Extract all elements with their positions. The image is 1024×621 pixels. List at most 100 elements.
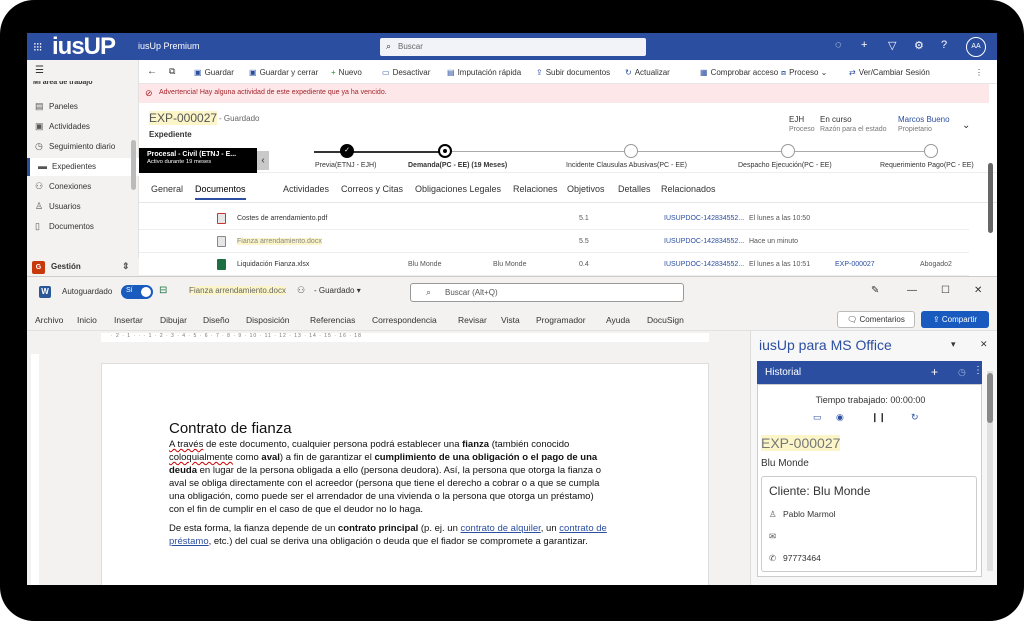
table-row[interactable]: Costes de arrendamiento.pdf 5.1 IUSUPDOC… bbox=[139, 207, 969, 230]
pane-record-id[interactable]: EXP-000027 bbox=[761, 435, 841, 451]
chevron-down-icon[interactable]: ⌄ bbox=[962, 120, 970, 131]
stage-label-previa[interactable]: Previa(ETNJ - EJH) bbox=[315, 162, 376, 169]
active-process[interactable]: Procesal - Civil (ETNJ - E... Activo dura… bbox=[139, 148, 257, 173]
eye-icon[interactable]: ◉ bbox=[836, 412, 844, 423]
stage-label-demanda[interactable]: Demanda(PC - EE) (19 Meses) bbox=[408, 162, 507, 169]
sidebar-item-paneles[interactable]: ▤ Paneles bbox=[27, 98, 139, 116]
sidebar-item-actividades[interactable]: ▣ Actividades bbox=[27, 118, 139, 136]
global-search[interactable]: ⌕ Buscar bbox=[380, 38, 646, 56]
tab-actividades[interactable]: Actividades bbox=[283, 184, 329, 194]
new-button[interactable]: + Nuevo bbox=[331, 68, 362, 77]
sidebar-item-expedientes[interactable]: ▬ Expedientes bbox=[27, 158, 139, 176]
pane-close-icon[interactable]: ✕ bbox=[980, 339, 988, 350]
quick-imputation-button[interactable]: ▤ Imputación rápida bbox=[447, 68, 521, 77]
stage-label-incidente[interactable]: Incidente Clausulas Abusivas(PC - EE) bbox=[566, 162, 687, 169]
ribbon-tab-inicio[interactable]: Inicio bbox=[77, 315, 97, 325]
ribbon-tab-archivo[interactable]: Archivo bbox=[35, 315, 63, 325]
table-row[interactable]: Fianza arrendamiento.docx 5.5 IUSUPDOC-1… bbox=[139, 230, 969, 253]
header-field-propietario[interactable]: Marcos Bueno Propietario bbox=[898, 115, 950, 133]
pane-scrollbar[interactable] bbox=[987, 371, 993, 571]
comments-button[interactable]: 🗨 Comentarios bbox=[837, 311, 915, 328]
ribbon-tab-disposicion[interactable]: Disposición bbox=[246, 315, 289, 325]
help-icon[interactable]: ? bbox=[941, 39, 947, 51]
tab-relacionados[interactable]: Relacionados bbox=[661, 184, 716, 194]
plus-icon[interactable]: + bbox=[861, 39, 867, 51]
stage-label-despacho[interactable]: Despacho Ejecución(PC - EE) bbox=[738, 162, 832, 169]
document-page[interactable]: Contrato de fianza A través de este docu… bbox=[101, 363, 709, 585]
area-switcher[interactable]: G Gestión ⇕ bbox=[27, 258, 139, 276]
sidebar-item-usuarios[interactable]: ♙ Usuarios bbox=[27, 198, 139, 216]
hamburger-icon[interactable]: ☰ bbox=[35, 65, 44, 76]
ribbon-tab-referencias[interactable]: Referencias bbox=[310, 315, 355, 325]
lightbulb-icon[interactable]: ◌ bbox=[835, 39, 842, 51]
stage-label-requerimiento[interactable]: Requerimiento Pago(PC - EE) bbox=[880, 162, 974, 169]
gear-icon[interactable]: ⚙ bbox=[914, 39, 924, 52]
stage-node-incidente[interactable] bbox=[624, 144, 638, 158]
more-icon[interactable]: ⋮ bbox=[973, 365, 983, 376]
add-icon[interactable]: + bbox=[931, 365, 938, 379]
phone-field[interactable]: ✆ 97773464 bbox=[769, 553, 821, 564]
document-paragraph-2[interactable]: De esta forma, la fianza depende de un c… bbox=[169, 522, 609, 548]
tab-documentos[interactable]: Documentos bbox=[195, 184, 246, 200]
table-row[interactable]: Liquidación Fianza.xlsx Blu Monde Blu Mo… bbox=[139, 253, 969, 276]
document-paragraph-1[interactable]: A través de este documento, cualquier pe… bbox=[169, 438, 609, 516]
bpf-prev-arrow[interactable]: ‹ bbox=[257, 151, 269, 170]
more-icon[interactable]: ⋮ bbox=[975, 68, 983, 77]
stage-node-requerimiento[interactable] bbox=[924, 144, 938, 158]
filter-icon[interactable]: ▽ bbox=[888, 39, 896, 52]
save-button[interactable]: ▣ Guardar bbox=[194, 68, 234, 77]
email-field[interactable]: ✉ bbox=[769, 531, 783, 542]
pen-icon[interactable]: ✎ bbox=[871, 285, 879, 296]
stage-node-previa[interactable]: ✓ bbox=[340, 144, 354, 158]
ribbon-tab-vista[interactable]: Vista bbox=[501, 315, 520, 325]
timesheet-icon[interactable]: ▭ bbox=[813, 412, 822, 423]
document-status[interactable]: - Guardado ▾ bbox=[314, 286, 361, 295]
share-people-icon[interactable]: ⚇ bbox=[297, 285, 305, 296]
check-access-button[interactable]: ▦ Comprobar acceso bbox=[700, 68, 778, 77]
ribbon-tab-programador[interactable]: Programador bbox=[536, 315, 586, 325]
word-search-input[interactable]: ⌕ Buscar (Alt+Q) bbox=[410, 283, 684, 302]
tab-correos[interactable]: Correos y Citas bbox=[341, 184, 403, 194]
maximize-icon[interactable]: ☐ bbox=[941, 285, 950, 296]
ribbon-tab-diseno[interactable]: Diseño bbox=[203, 315, 229, 325]
sidebar-item-conexiones[interactable]: ⚇ Conexiones bbox=[27, 178, 139, 196]
tab-objetivos[interactable]: Objetivos bbox=[567, 184, 605, 194]
sidebar-item-documentos[interactable]: ▯ Documentos bbox=[27, 218, 139, 236]
avatar[interactable]: AA bbox=[966, 37, 986, 57]
refresh-icon[interactable]: ↻ bbox=[911, 412, 919, 423]
close-icon[interactable]: ✕ bbox=[974, 285, 982, 296]
back-icon[interactable]: ← bbox=[147, 66, 157, 77]
save-icon[interactable]: ⊟ bbox=[159, 285, 167, 296]
pane-options-icon[interactable]: ▾ bbox=[951, 339, 956, 350]
ribbon-tab-revisar[interactable]: Revisar bbox=[458, 315, 487, 325]
stage-node-demanda[interactable] bbox=[438, 144, 452, 158]
tab-relaciones[interactable]: Relaciones bbox=[513, 184, 558, 194]
save-close-button[interactable]: ▣ Guardar y cerrar bbox=[249, 68, 318, 77]
popout-icon[interactable]: ⧉ bbox=[169, 66, 175, 77]
sidebar-item-seguimiento[interactable]: ◷ Seguimiento diario bbox=[27, 138, 139, 156]
ribbon-tab-correspondencia[interactable]: Correspondencia bbox=[372, 315, 437, 325]
upload-documents-button[interactable]: ⇪ Subir documentos bbox=[536, 68, 610, 77]
tab-obligaciones[interactable]: Obligaciones Legales bbox=[415, 184, 501, 194]
session-button[interactable]: ⇄ Ver/Cambiar Sesión bbox=[849, 68, 930, 77]
stage-node-despacho[interactable] bbox=[781, 144, 795, 158]
minimize-icon[interactable]: — bbox=[907, 285, 917, 296]
tab-detalles[interactable]: Detalles bbox=[618, 184, 651, 194]
vertical-ruler[interactable] bbox=[31, 354, 39, 585]
share-button[interactable]: ⇪ Compartir bbox=[921, 311, 989, 328]
timer-icon[interactable]: ◷ bbox=[958, 367, 966, 378]
ribbon-tab-dibujar[interactable]: Dibujar bbox=[160, 315, 187, 325]
sidebar-scrollbar[interactable] bbox=[131, 140, 136, 190]
ribbon-tab-docusign[interactable]: DocuSign bbox=[647, 315, 684, 325]
pause-icon[interactable]: ❙❙ bbox=[871, 412, 886, 423]
ribbon-tab-ayuda[interactable]: Ayuda bbox=[606, 315, 630, 325]
document-name[interactable]: Fianza arrendamiento.docx bbox=[189, 286, 286, 295]
refresh-button[interactable]: ↻ Actualizar bbox=[625, 68, 670, 77]
crm-scrollbar[interactable] bbox=[988, 163, 993, 233]
app-launcher-icon[interactable]: ⁝⁝⁝ bbox=[33, 40, 43, 54]
deactivate-button[interactable]: ▭ Desactivar bbox=[382, 68, 430, 77]
document-title[interactable]: Contrato de fianza bbox=[169, 420, 292, 437]
tab-general[interactable]: General bbox=[151, 184, 183, 194]
process-button[interactable]: ⧈ Proceso ⌄ bbox=[781, 68, 827, 78]
horizontal-ruler[interactable]: · 2 · 1 · · · 1 · 2 · 3 · 4 · 5 · 6 · 7 … bbox=[27, 331, 750, 344]
